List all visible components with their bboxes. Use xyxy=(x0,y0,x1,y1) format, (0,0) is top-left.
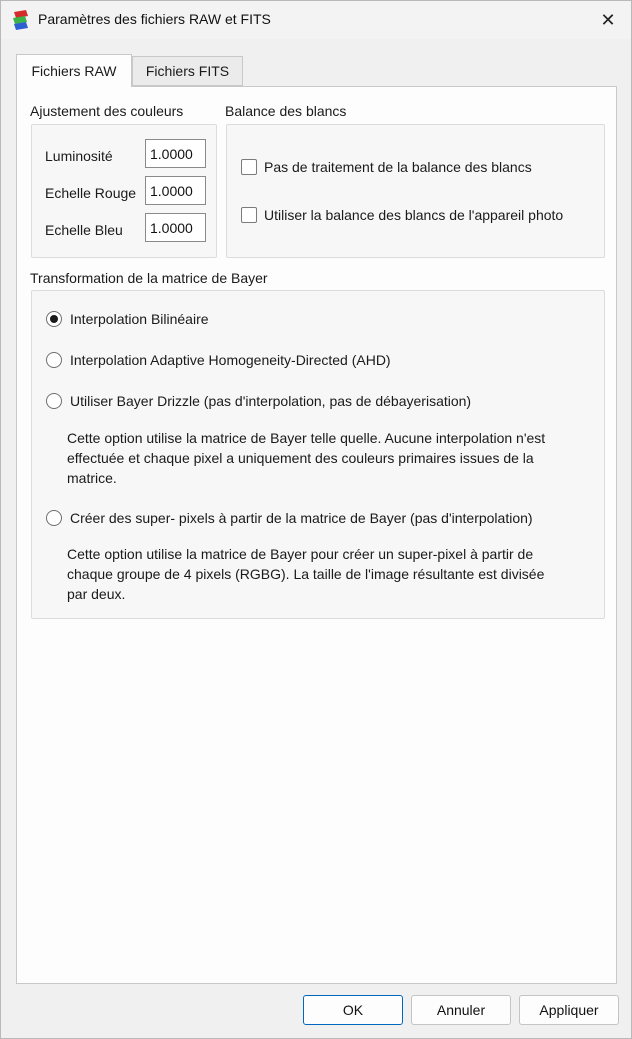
description-line: Cette option utilise la matrice de Bayer… xyxy=(67,430,546,446)
red-scale-label: Echelle Rouge xyxy=(45,185,137,201)
super-pixel-radio[interactable] xyxy=(46,510,62,526)
red-scale-input[interactable] xyxy=(145,176,206,205)
ok-button[interactable]: OK xyxy=(303,995,403,1025)
description-line: Cette option utilise la matrice de Bayer… xyxy=(67,546,534,562)
description-line: chaque groupe de 4 pixels (RGBG). La tai… xyxy=(67,566,545,582)
luminosity-label: Luminosité xyxy=(45,148,113,164)
tab-label: Fichiers FITS xyxy=(145,63,230,79)
settings-dialog: Paramètres des fichiers RAW et FITS ✕ Fi… xyxy=(0,0,632,1039)
title-bar: Paramètres des fichiers RAW et FITS ✕ xyxy=(1,1,631,39)
window-title: Paramètres des fichiers RAW et FITS xyxy=(38,11,271,27)
no-wb-checkbox[interactable] xyxy=(241,159,257,175)
white-balance-group: Pas de traitement de la balance des blan… xyxy=(226,124,605,258)
app-icon xyxy=(13,10,28,30)
close-icon: ✕ xyxy=(600,9,616,30)
description-line: par deux. xyxy=(67,586,126,602)
blue-scale-input[interactable] xyxy=(145,213,206,242)
camera-wb-checkbox[interactable] xyxy=(241,207,257,223)
close-button[interactable]: ✕ xyxy=(585,1,631,39)
luminosity-input[interactable] xyxy=(145,139,206,168)
bayer-drizzle-label: Utiliser Bayer Drizzle (pas d'interpolat… xyxy=(70,393,472,409)
description-line: effectuée et chaque pixel a uniquement d… xyxy=(67,450,534,466)
super-pixel-label: Créer des super- pixels à partir de la m… xyxy=(70,510,533,526)
white-balance-title: Balance des blancs xyxy=(225,103,347,119)
tab-fits-files[interactable]: Fichiers FITS xyxy=(132,56,243,86)
super-pixel-description: Cette option utilise la matrice de Bayer… xyxy=(67,544,597,604)
radio-selected-dot xyxy=(50,315,58,323)
bayer-title: Transformation de la matrice de Bayer xyxy=(30,270,268,286)
color-adjust-group: Luminosité Echelle Rouge Echelle Bleu xyxy=(31,124,217,258)
blue-scale-label: Echelle Bleu xyxy=(45,222,123,238)
cancel-button[interactable]: Annuler xyxy=(411,995,511,1025)
description-line: matrice. xyxy=(67,470,117,486)
tab-label: Fichiers RAW xyxy=(31,63,117,79)
color-adjust-title: Ajustement des couleurs xyxy=(30,103,184,119)
raw-files-panel: Ajustement des couleurs Luminosité Echel… xyxy=(16,86,617,984)
apply-button[interactable]: Appliquer xyxy=(519,995,619,1025)
ahd-radio[interactable] xyxy=(46,352,62,368)
bayer-drizzle-radio[interactable] xyxy=(46,393,62,409)
bilinear-label: Interpolation Bilinéaire xyxy=(70,311,209,327)
camera-wb-label: Utiliser la balance des blancs de l'appa… xyxy=(264,207,564,223)
ahd-label: Interpolation Adaptive Homogeneity-Direc… xyxy=(70,352,391,368)
bilinear-radio[interactable] xyxy=(46,311,62,327)
bayer-group: Interpolation Bilinéaire Interpolation A… xyxy=(31,290,605,619)
no-wb-label: Pas de traitement de la balance des blan… xyxy=(264,159,532,175)
bayer-drizzle-description: Cette option utilise la matrice de Bayer… xyxy=(67,428,597,488)
tab-raw-files[interactable]: Fichiers RAW xyxy=(16,54,132,87)
